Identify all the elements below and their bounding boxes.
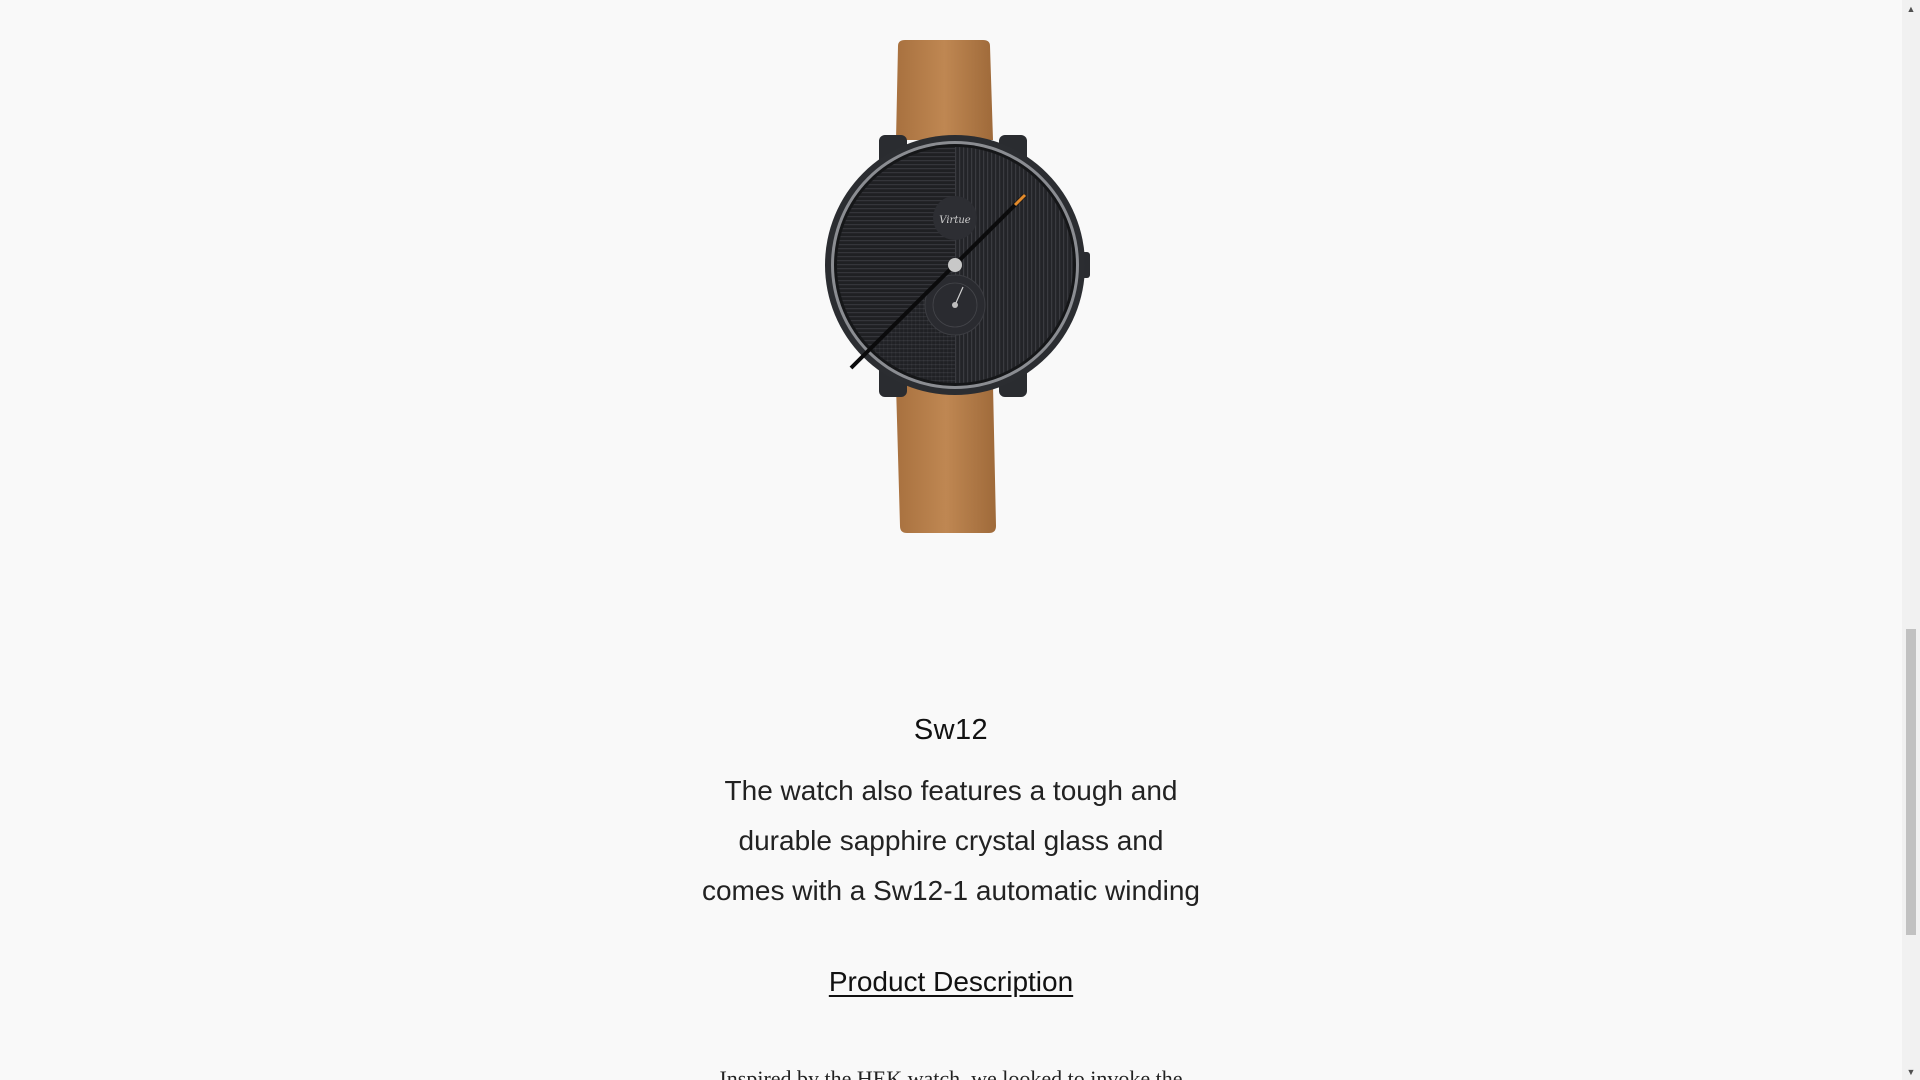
description-line: comes with a Sw12-1 automatic winding: [701, 875, 1200, 906]
product-description: The watch also features a tough and dura…: [681, 766, 1221, 916]
product-description-link[interactable]: Product Description: [0, 962, 1902, 1002]
watch-product-image: Virtue: [825, 40, 1090, 533]
product-description-body: Inspired by the HEK watch, we looked to …: [719, 1066, 1183, 1080]
vertical-scrollbar[interactable]: ▲ ▼: [1902, 0, 1920, 1080]
watch-strap-top: [896, 40, 993, 140]
scrollbar-thumb[interactable]: [1906, 629, 1916, 935]
description-line: durable sapphire crystal glass and: [738, 825, 1164, 856]
product-title: Sw12: [913, 714, 989, 746]
scroll-down-arrow-icon[interactable]: ▼: [1902, 1063, 1920, 1080]
dial-logo-text: Virtue: [939, 215, 970, 226]
scroll-up-arrow-icon[interactable]: ▲: [1902, 0, 1920, 17]
description-line: The watch also features a tough and: [724, 775, 1178, 806]
product-page: Virtue Sw12 The watch also features a to…: [0, 0, 1902, 1080]
product-image-area: Virtue: [0, 0, 1902, 700]
watch-strap-bottom: [896, 385, 996, 533]
